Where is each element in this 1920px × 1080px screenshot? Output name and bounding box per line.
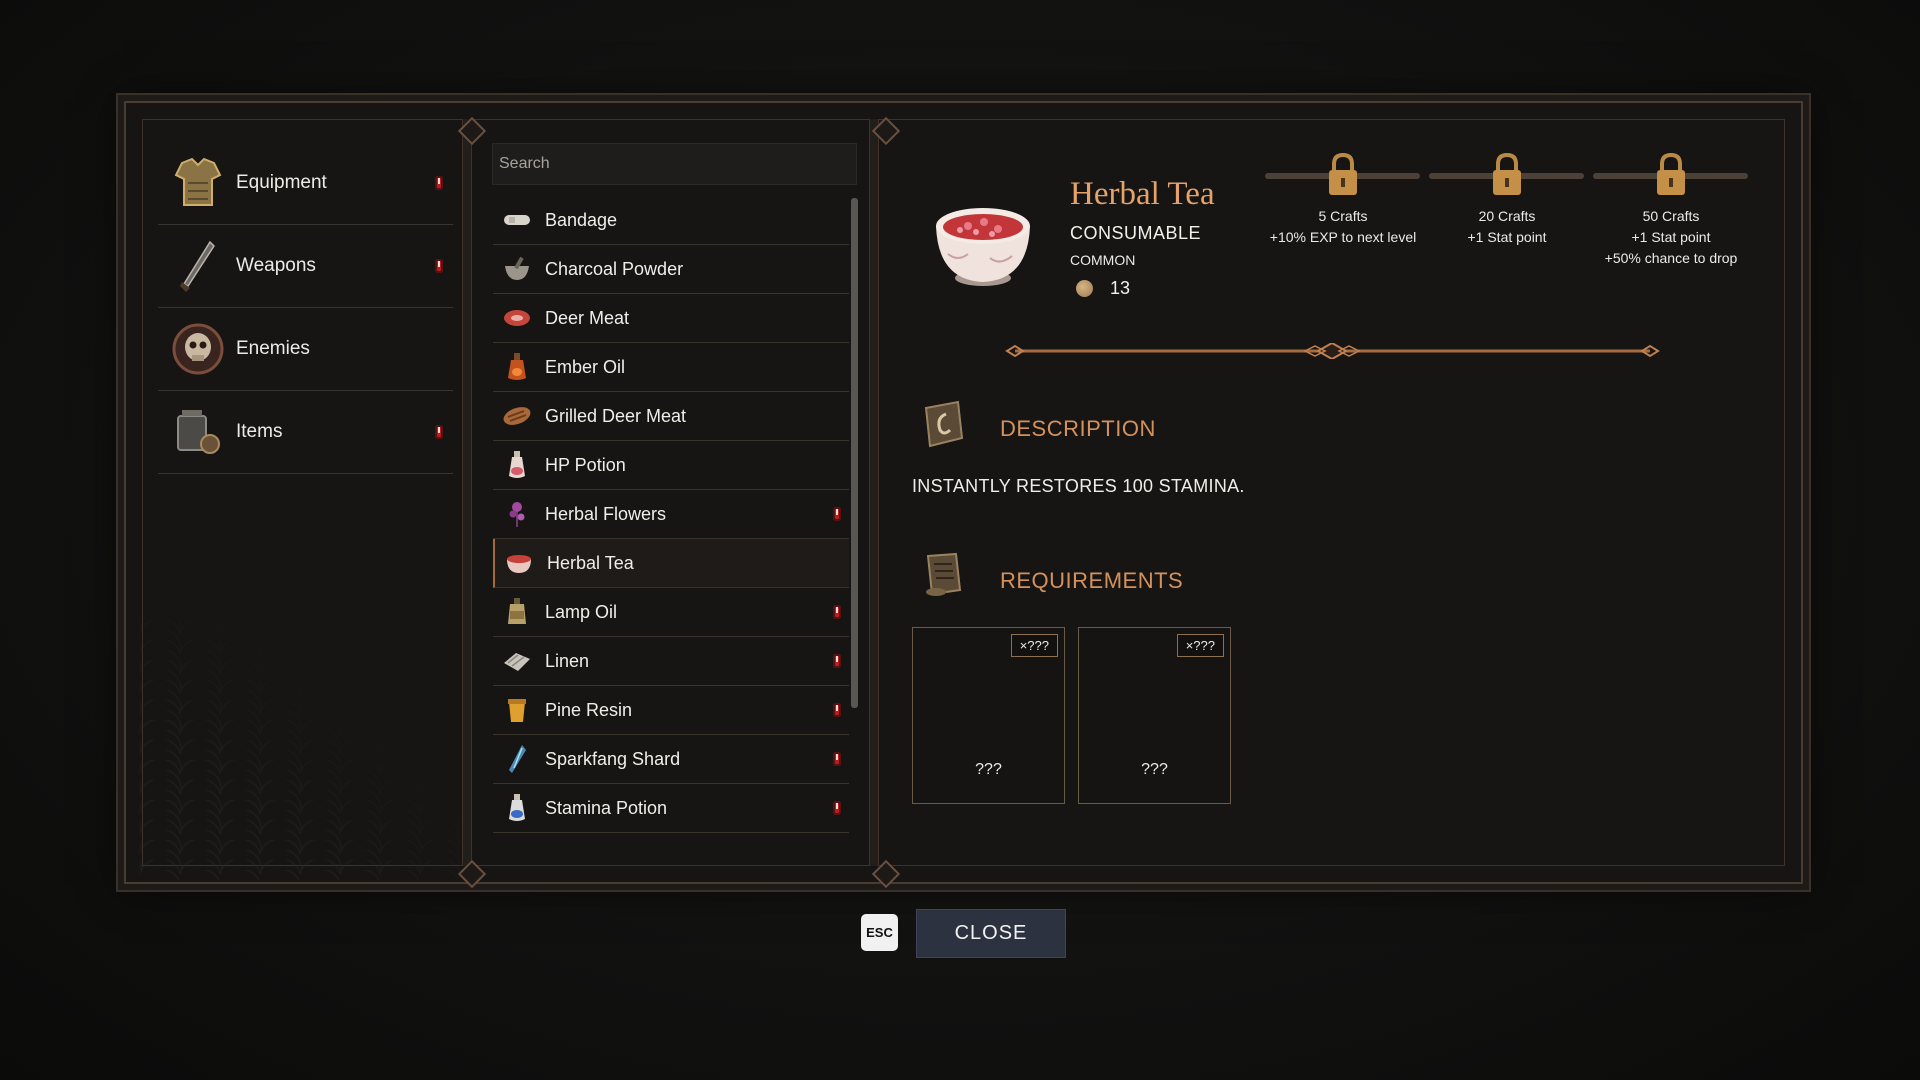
requirement-name: ??? bbox=[975, 761, 1002, 778]
list-item-herbal-flowers[interactable]: Herbal Flowers bbox=[493, 490, 849, 539]
category-items[interactable]: Items bbox=[158, 391, 453, 474]
coin-icon bbox=[1076, 280, 1093, 297]
new-alert-icon bbox=[435, 259, 443, 273]
new-alert-icon bbox=[833, 752, 841, 766]
herbal-tea-image bbox=[928, 184, 1038, 294]
category-label: Enemies bbox=[236, 338, 310, 359]
lock-icon bbox=[1493, 152, 1521, 195]
scrollbar-thumb[interactable] bbox=[851, 198, 858, 708]
scale-pattern-decoration bbox=[140, 620, 460, 880]
list-item-charcoal-powder[interactable]: Charcoal Powder bbox=[493, 245, 849, 294]
new-alert-icon bbox=[833, 605, 841, 619]
list-item-linen[interactable]: Linen bbox=[493, 637, 849, 686]
new-alert-icon bbox=[833, 654, 841, 668]
new-alert-icon bbox=[833, 801, 841, 815]
list-item-hp-potion[interactable]: HP Potion bbox=[493, 441, 849, 490]
item-label: Deer Meat bbox=[545, 307, 630, 328]
scroll-note-icon bbox=[924, 400, 964, 448]
meat-icon bbox=[501, 302, 533, 334]
grilled-meat-icon bbox=[501, 400, 533, 432]
list-scrollbar[interactable] bbox=[851, 198, 858, 708]
item-label: Ember Oil bbox=[545, 356, 626, 377]
category-weapons[interactable]: Weapons bbox=[158, 225, 453, 308]
item-rarity: COMMON bbox=[1070, 252, 1136, 268]
new-alert-icon bbox=[833, 507, 841, 521]
oil-flask-icon bbox=[501, 351, 533, 383]
lock-icon bbox=[1329, 152, 1357, 195]
item-price: 13 bbox=[1110, 278, 1131, 298]
item-label: HP Potion bbox=[545, 454, 626, 475]
list-item-stamina-potion[interactable]: Stamina Potion bbox=[493, 784, 849, 833]
category-enemies[interactable]: Enemies bbox=[158, 308, 453, 391]
oil-jar-icon bbox=[501, 596, 533, 628]
scroll-list-icon bbox=[926, 552, 962, 596]
list-item-bandage[interactable]: Bandage bbox=[493, 196, 849, 245]
category-label: Items bbox=[236, 421, 283, 442]
item-label: Grilled Deer Meat bbox=[545, 405, 687, 426]
item-description: INSTANTLY RESTORES 100 STAMINA. bbox=[912, 476, 1245, 496]
category-equipment[interactable]: Equipment bbox=[158, 142, 453, 225]
ornamental-divider bbox=[1005, 343, 1660, 359]
new-alert-icon bbox=[435, 176, 443, 190]
requirement-quantity: ×??? bbox=[1176, 634, 1224, 657]
item-title: Herbal Tea bbox=[1070, 176, 1215, 212]
cloth-icon bbox=[501, 645, 533, 677]
item-list: Bandage Charcoal Powder Deer Meat Ember … bbox=[493, 196, 849, 833]
list-item-herbal-tea[interactable]: Herbal Tea bbox=[493, 539, 849, 588]
potion-icon bbox=[501, 792, 533, 824]
armor-icon bbox=[170, 155, 226, 211]
resin-icon bbox=[501, 694, 533, 726]
list-item-lamp-oil[interactable]: Lamp Oil bbox=[493, 588, 849, 637]
sword-icon bbox=[170, 238, 226, 294]
divider-left bbox=[462, 119, 472, 866]
bandage-icon bbox=[501, 204, 533, 236]
item-label: Herbal Flowers bbox=[545, 503, 667, 524]
flower-icon bbox=[501, 498, 533, 530]
lock-icon bbox=[1657, 152, 1685, 195]
milestone-50-crafts: 50 Crafts +1 Stat point +50% chance to d… bbox=[1571, 206, 1771, 269]
new-alert-icon bbox=[435, 425, 443, 439]
requirement-slot[interactable]: ×??? ??? bbox=[912, 627, 1065, 804]
milestone-crafts: 50 Crafts bbox=[1642, 208, 1700, 224]
esc-key-hint: ESC bbox=[861, 914, 898, 951]
item-label: Herbal Tea bbox=[547, 552, 634, 573]
divider-right bbox=[869, 119, 879, 866]
new-alert-icon bbox=[833, 703, 841, 717]
item-type: CONSUMABLE bbox=[1070, 223, 1202, 243]
milestone-reward: +50% chance to drop bbox=[1604, 250, 1738, 266]
items-icon bbox=[170, 404, 226, 460]
requirement-name: ??? bbox=[1141, 761, 1168, 778]
description-title: DESCRIPTION bbox=[1000, 416, 1156, 441]
category-label: Weapons bbox=[236, 255, 316, 276]
item-label: Pine Resin bbox=[545, 699, 633, 720]
potion-icon bbox=[501, 449, 533, 481]
item-label: Sparkfang Shard bbox=[545, 748, 681, 769]
item-label: Linen bbox=[545, 650, 590, 671]
requirement-quantity: ×??? bbox=[1010, 634, 1058, 657]
mortar-icon bbox=[501, 253, 533, 285]
category-label: Equipment bbox=[236, 172, 327, 193]
skull-icon bbox=[170, 321, 226, 377]
item-label: Stamina Potion bbox=[545, 797, 668, 818]
list-item-deer-meat[interactable]: Deer Meat bbox=[493, 294, 849, 343]
requirements-title: REQUIREMENTS bbox=[1000, 568, 1184, 593]
item-label: Lamp Oil bbox=[545, 601, 618, 622]
shard-icon bbox=[501, 743, 533, 775]
item-label: Bandage bbox=[545, 209, 618, 230]
item-label: Charcoal Powder bbox=[545, 258, 684, 279]
search-input[interactable] bbox=[492, 143, 857, 185]
requirement-slot[interactable]: ×??? ??? bbox=[1078, 627, 1231, 804]
milestone-reward: +1 Stat point bbox=[1631, 229, 1711, 245]
list-item-pine-resin[interactable]: Pine Resin bbox=[493, 686, 849, 735]
close-button[interactable]: CLOSE bbox=[916, 909, 1066, 958]
list-item-ember-oil[interactable]: Ember Oil bbox=[493, 343, 849, 392]
category-list: Equipment Weapons Enemies Items bbox=[158, 142, 453, 474]
list-item-grilled-deer-meat[interactable]: Grilled Deer Meat bbox=[493, 392, 849, 441]
list-item-sparkfang-shard[interactable]: Sparkfang Shard bbox=[493, 735, 849, 784]
tea-bowl-icon bbox=[503, 547, 535, 579]
